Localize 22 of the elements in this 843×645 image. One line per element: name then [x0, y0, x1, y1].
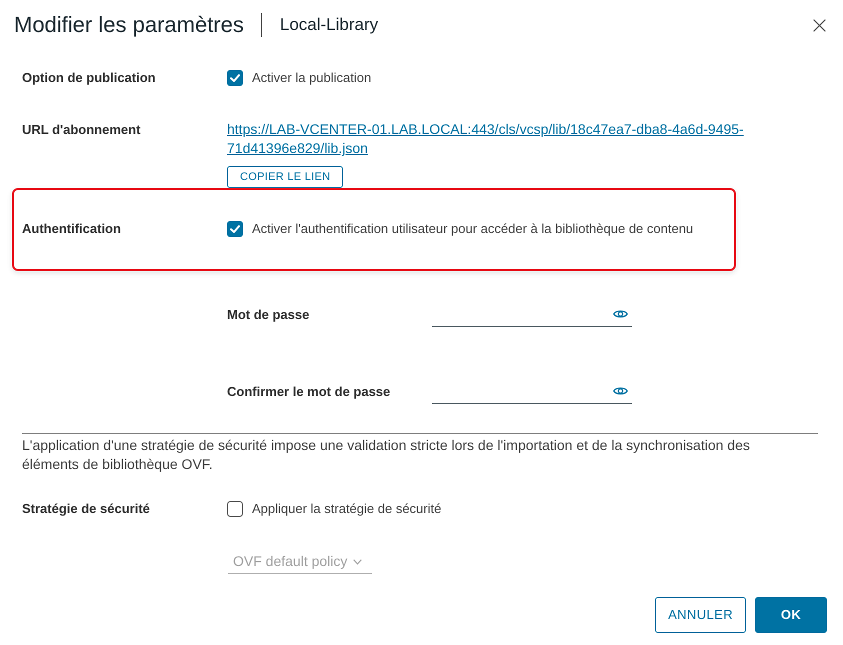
- field-label: Authentification: [22, 220, 122, 238]
- field-label: Mot de passe: [227, 306, 310, 324]
- checkbox[interactable]: [227, 501, 243, 517]
- security-note: L'application d'une stratégie de sécurité impose une validation stricte lors de l'importation et de la synchronisation des éléments de bibliothèque OVF.: [22, 436, 751, 474]
- checkbox-label: Appliquer la stratégie de sécurité: [252, 500, 442, 518]
- checkbox-label: Activer la publication: [252, 69, 372, 87]
- field-label: Option de publication: [22, 69, 157, 87]
- checkbox[interactable]: [227, 70, 243, 86]
- field-label: URL d'abonnement: [22, 121, 142, 139]
- subscription-link[interactable]: https://LAB-VCENTER-01.LAB.LOCAL:443/cls/vcsp/lib/18c47ea7-dba8-4a6d-9495-71d41396e829/lib.json: [227, 120, 782, 158]
- field-label: Confirmer le mot de passe: [227, 382, 392, 401]
- field-label: Stratégie de sécurité: [22, 500, 151, 518]
- eye-icon[interactable]: [613, 386, 628, 396]
- checkbox[interactable]: [227, 221, 243, 237]
- copy-link-button[interactable]: COPIER LE LIEN: [227, 166, 344, 188]
- close-icon[interactable]: [813, 18, 826, 32]
- cancel-button[interactable]: ANNULER: [655, 597, 746, 633]
- eye-icon[interactable]: [613, 309, 628, 319]
- dialog-subtitle: Local-Library: [280, 14, 378, 36]
- checkbox-label: Activer l'authentification utilisateur pour accéder à la bibliothèque de contenu: [252, 220, 694, 238]
- ok-button[interactable]: OK: [755, 597, 827, 633]
- dialog-title: Modifier les paramètres: [14, 11, 244, 39]
